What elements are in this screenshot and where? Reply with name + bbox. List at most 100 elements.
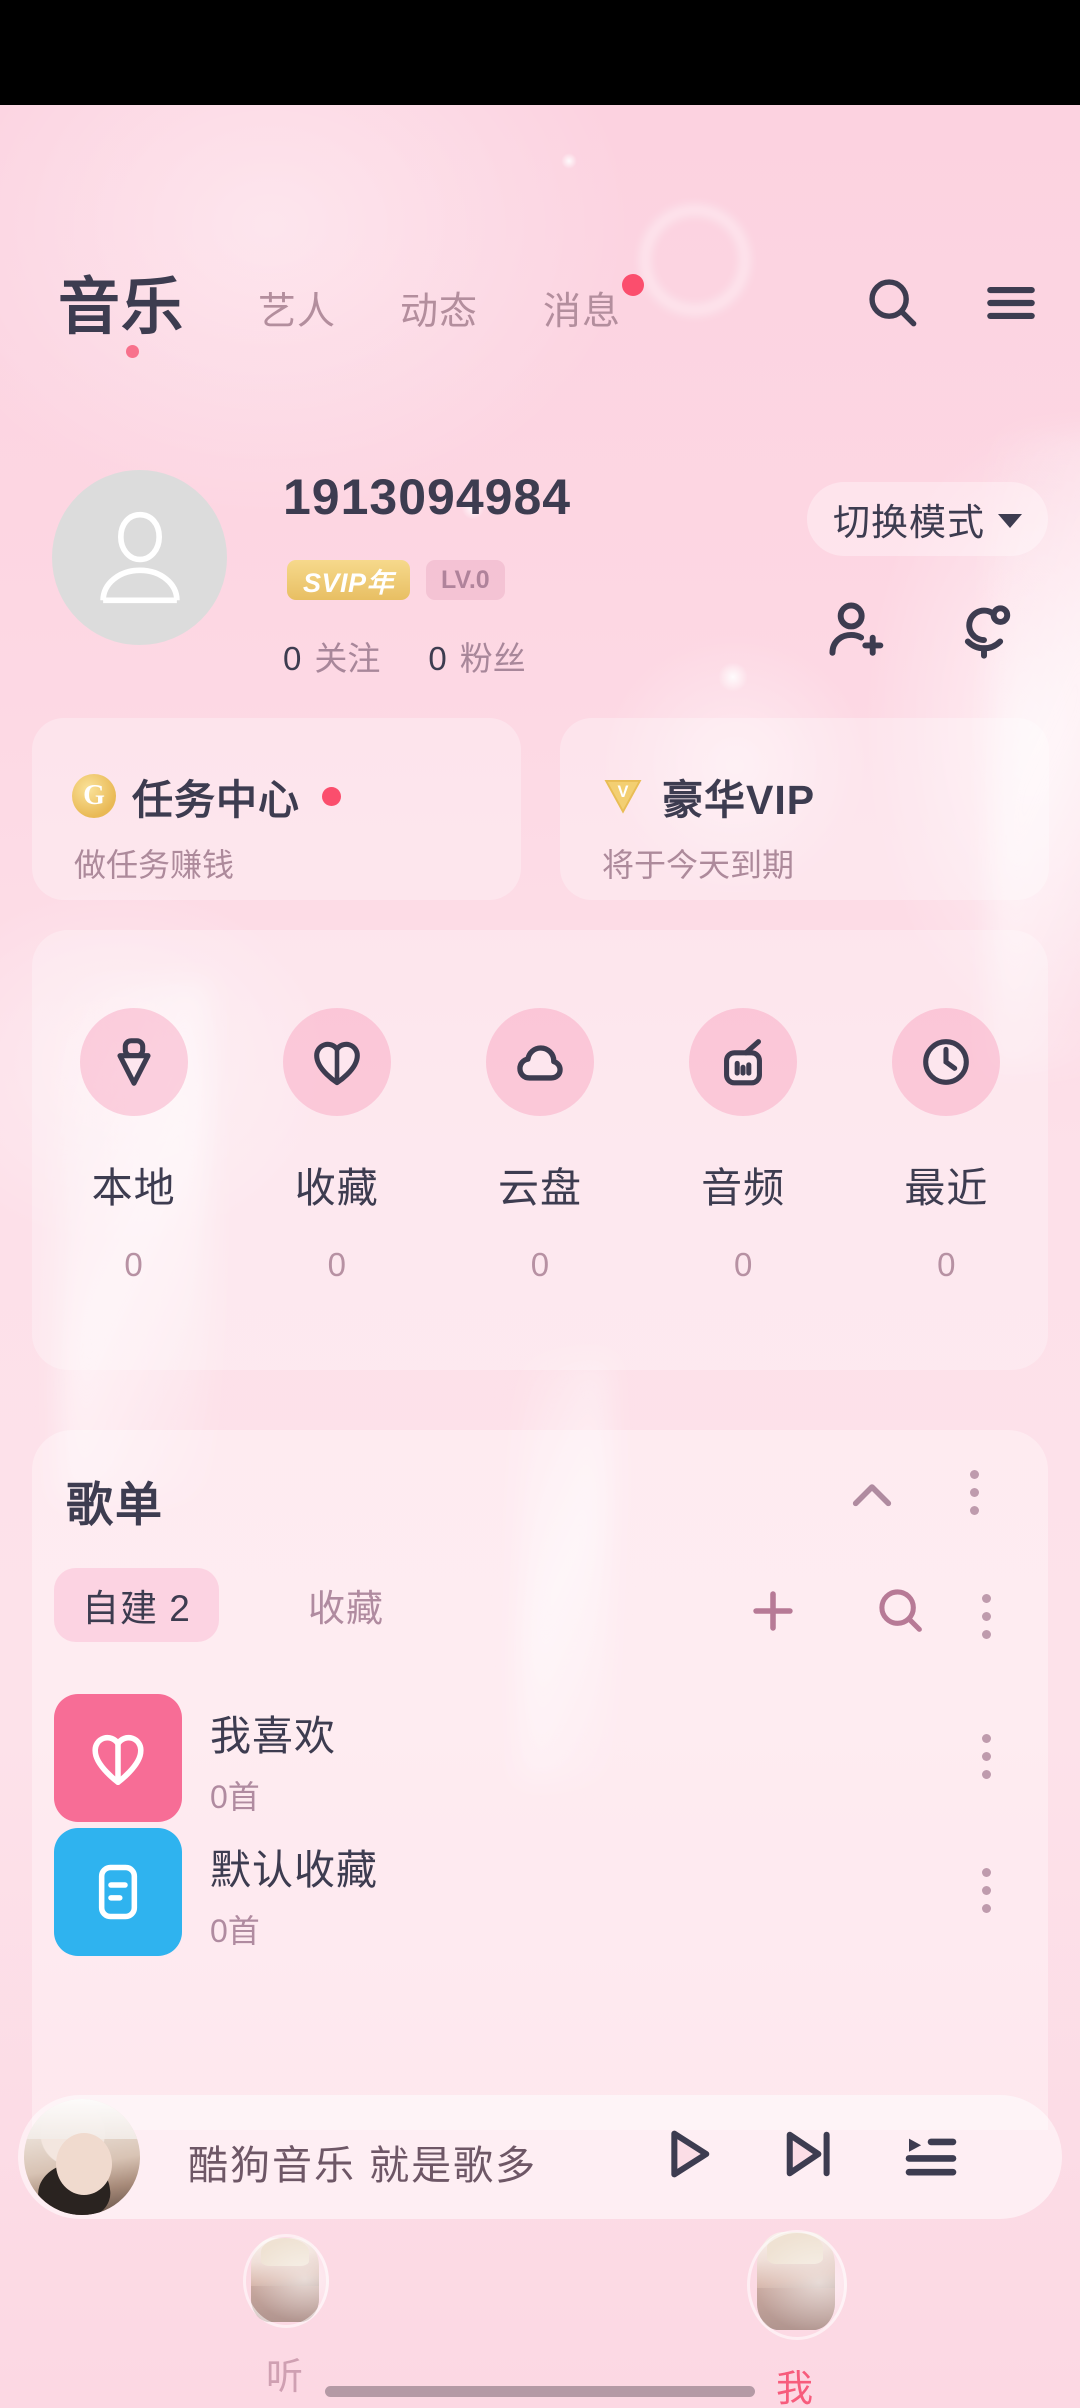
task-center-title-row: G 任务中心 — [72, 766, 341, 826]
playlist-thumbnail-heart — [54, 1694, 182, 1822]
profile-section: 1913094984 SVIP年 LV.0 0 关注 0 粉丝 切换模式 — [0, 440, 1080, 690]
add-friend-icon[interactable] — [820, 595, 888, 668]
vip-card[interactable]: V 豪华VIP 将于今天到期 — [560, 718, 1049, 900]
playlist-tab-collected[interactable]: 收藏 — [280, 1568, 412, 1642]
vip-subtitle: 将于今天到期 — [602, 847, 795, 883]
mini-player-title[interactable]: 酷狗音乐 就是歌多 — [188, 2133, 537, 2191]
playlist-queue-icon[interactable] — [898, 2121, 964, 2192]
active-tab-indicator-dot — [126, 345, 139, 358]
mode-switch-label: 切换模式 — [833, 502, 985, 543]
quick-item-audio[interactable]: 音频 0 — [653, 1008, 833, 1284]
more-vertical-icon[interactable] — [982, 1594, 991, 1639]
tab-artists[interactable]: 艺人 — [258, 280, 336, 335]
quick-item-favorites[interactable]: 收藏 0 — [247, 1008, 427, 1284]
vip-diamond-icon: V — [600, 771, 646, 822]
quick-item-label: 音频 — [701, 1165, 786, 1211]
mode-switch-button[interactable]: 切换模式 — [807, 482, 1048, 556]
profile-action-icons — [820, 595, 1018, 668]
task-center-card[interactable]: G 任务中心 做任务赚钱 — [32, 718, 521, 900]
playlist-tabs-row: 自建 2 收藏 — [32, 1568, 1048, 1668]
playlist-name: 默认收藏 — [210, 1847, 378, 1893]
stat-followers[interactable]: 0 粉丝 — [428, 632, 525, 680]
hamburger-menu-icon[interactable] — [980, 272, 1042, 339]
bottom-nav-item-profile[interactable]: 我 — [665, 2230, 925, 2408]
quick-item-recent[interactable]: 最近 0 — [856, 1008, 1036, 1284]
playlist-panel: 歌单 自建 2 收藏 我喜欢 0首 默认收藏 0首 — [32, 1430, 1048, 2130]
bottom-navigation: 听 我 — [0, 2230, 1080, 2408]
local-music-icon — [79, 1008, 188, 1116]
play-icon[interactable] — [654, 2121, 720, 2192]
task-center-badge-dot — [322, 786, 341, 806]
vip-title: 豪华VIP — [662, 777, 816, 823]
quick-item-count: 0 — [327, 1246, 346, 1283]
quick-item-count: 0 — [937, 1246, 956, 1283]
playlist-count: 0首 — [210, 1913, 260, 1949]
status-badge-svip[interactable]: SVIP年 — [287, 560, 411, 600]
badge-row: SVIP年 LV.0 — [287, 560, 505, 600]
quick-item-local[interactable]: 本地 0 — [44, 1008, 224, 1284]
quick-item-cloud[interactable]: 云盘 0 — [450, 1008, 630, 1284]
tab-feed[interactable]: 动态 — [400, 280, 478, 335]
quick-item-label: 本地 — [91, 1165, 176, 1211]
search-icon[interactable] — [862, 272, 924, 339]
bottom-nav-label: 听 — [266, 2356, 304, 2397]
quick-item-count: 0 — [124, 1246, 143, 1283]
playlist-thumbnail-list — [54, 1828, 182, 1956]
search-icon[interactable] — [872, 1582, 930, 1645]
chevron-up-icon[interactable] — [844, 1474, 900, 1519]
more-vertical-icon[interactable] — [982, 1734, 991, 1779]
quick-access-panel: 本地 0 收藏 0 云盘 0 音频 0 最近 0 — [32, 930, 1048, 1370]
quick-item-label: 云盘 — [497, 1165, 582, 1211]
app-screen: 音乐 艺人 动态 消息 1913094984 SVIP年 LV.0 0 关注 0… — [0, 0, 1080, 2408]
playlist-tab-created[interactable]: 自建 2 — [54, 1568, 219, 1642]
listen-avatar-icon — [237, 2234, 333, 2330]
followers-count: 0 — [428, 640, 447, 677]
playlist-name: 我喜欢 — [210, 1713, 336, 1759]
quick-access-row: 本地 0 收藏 0 云盘 0 音频 0 最近 0 — [32, 1008, 1048, 1284]
bottom-nav-label: 我 — [776, 2368, 814, 2408]
profile-avatar-icon — [739, 2230, 851, 2342]
profile-stats: 0 关注 0 粉丝 — [283, 632, 526, 680]
album-art[interactable] — [24, 2099, 140, 2215]
chevron-down-icon — [998, 514, 1022, 528]
avatar[interactable] — [52, 470, 227, 645]
following-count: 0 — [283, 640, 302, 677]
tab-music[interactable]: 音乐 — [58, 256, 184, 346]
list-item[interactable]: 默认收藏 0首 — [32, 1828, 1048, 1978]
bottom-nav-item-listen[interactable]: 听 — [155, 2234, 415, 2400]
playlist-panel-header: 歌单 — [32, 1430, 1048, 1550]
list-item[interactable]: 我喜欢 0首 — [32, 1694, 1048, 1844]
playlist-count: 0首 — [210, 1779, 260, 1815]
top-navigation: 音乐 艺人 动态 消息 — [0, 250, 1080, 360]
next-track-icon[interactable] — [776, 2121, 842, 2192]
heart-icon — [282, 1008, 391, 1116]
followers-label: 粉丝 — [459, 640, 526, 677]
vip-title-row: V 豪华VIP — [600, 766, 815, 826]
svg-text:V: V — [618, 783, 629, 801]
page-title: 歌单 — [66, 1478, 164, 1531]
quick-item-label: 收藏 — [294, 1165, 379, 1211]
gold-coin-icon: G — [72, 774, 116, 818]
more-vertical-icon[interactable] — [982, 1868, 991, 1913]
plus-icon[interactable] — [744, 1582, 802, 1645]
more-vertical-icon[interactable] — [970, 1470, 979, 1515]
quick-item-count: 0 — [733, 1246, 753, 1283]
tab-messages[interactable]: 消息 — [543, 280, 621, 335]
status-bar — [0, 0, 1080, 105]
quick-item-count: 0 — [530, 1246, 550, 1283]
entry-cards: G 任务中心 做任务赚钱 V 豪华VIP 将于今天到期 — [0, 718, 1080, 900]
status-badge-level[interactable]: LV.0 — [426, 560, 505, 600]
mini-player-controls — [654, 2121, 964, 2192]
ktv-mic-icon[interactable] — [950, 595, 1018, 668]
mini-player: 酷狗音乐 就是歌多 — [18, 2095, 1062, 2219]
task-center-title: 任务中心 — [132, 777, 300, 823]
following-label: 关注 — [314, 640, 381, 677]
clock-icon — [892, 1008, 1001, 1116]
messages-unread-badge — [622, 274, 644, 296]
username[interactable]: 1913094984 — [283, 468, 571, 526]
quick-item-label: 最近 — [904, 1165, 989, 1211]
stat-following[interactable]: 0 关注 — [283, 632, 380, 680]
task-center-subtitle: 做任务赚钱 — [74, 847, 235, 883]
home-indicator — [325, 2386, 755, 2397]
radio-icon — [689, 1008, 798, 1116]
